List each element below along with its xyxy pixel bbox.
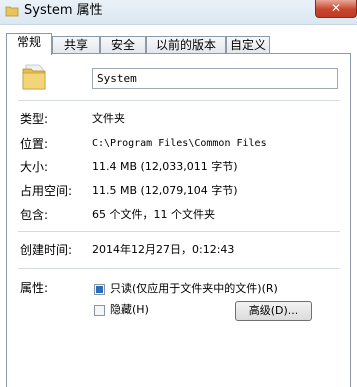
tab-previous-versions[interactable]: 以前的版本 <box>146 36 226 53</box>
separator <box>18 100 340 101</box>
type-label: 类型: <box>20 112 49 126</box>
advanced-button[interactable]: 高级(D)... <box>235 301 312 321</box>
contains-value: 65 个文件，11 个文件夹 <box>92 208 215 221</box>
hidden-checkbox[interactable] <box>94 305 105 316</box>
location-value: C:\Program Files\Common Files <box>92 138 267 149</box>
title-bar: System 属性 ✕ <box>0 0 357 25</box>
tab-security[interactable]: 安全 <box>100 36 146 53</box>
close-button[interactable]: ✕ <box>315 0 357 18</box>
attributes-label: 属性: <box>20 281 49 295</box>
size-on-disk-value: 11.5 MB (12,079,104 字节) <box>92 184 238 197</box>
created-label: 创建时间: <box>20 243 73 257</box>
tab-customize[interactable]: 自定义 <box>226 36 270 53</box>
type-value: 文件夹 <box>92 112 125 125</box>
size-label: 大小: <box>20 160 49 174</box>
separator <box>18 268 340 269</box>
large-folder-icon <box>22 64 46 90</box>
separator <box>18 231 340 232</box>
folder-name-input[interactable]: System <box>92 68 338 89</box>
created-value: 2014年12月27日，0:12:43 <box>92 243 235 256</box>
folder-icon <box>5 6 19 17</box>
location-label: 位置: <box>20 137 49 151</box>
size-on-disk-label: 占用空间: <box>20 184 73 198</box>
properties-window: System 属性 ✕ 常规 共享 安全 以前的版本 自定义 System 类型… <box>0 0 357 387</box>
size-value: 11.4 MB (12,033,011 字节) <box>92 160 238 173</box>
hidden-label[interactable]: 隐藏(H) <box>110 302 149 318</box>
close-icon: ✕ <box>330 1 342 15</box>
contains-label: 包含: <box>20 208 49 222</box>
tab-sharing[interactable]: 共享 <box>52 36 100 53</box>
readonly-checkbox[interactable] <box>94 284 105 295</box>
tab-general[interactable]: 常规 <box>6 33 52 55</box>
window-title: System 属性 <box>24 3 103 18</box>
readonly-label[interactable]: 只读(仅应用于文件夹中的文件)(R) <box>110 281 278 297</box>
